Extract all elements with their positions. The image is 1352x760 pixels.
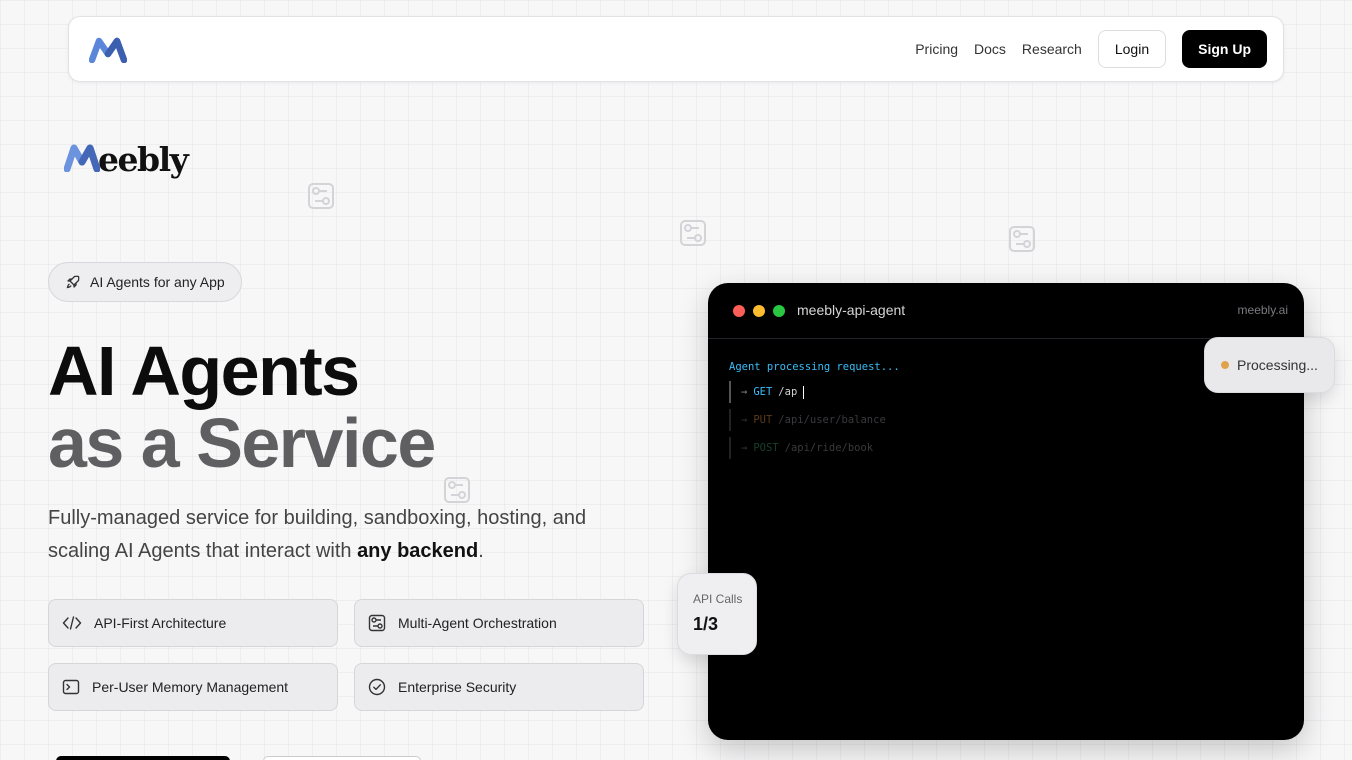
feature-label: API-First Architecture	[94, 615, 227, 631]
nav-link-docs[interactable]: Docs	[974, 41, 1006, 57]
puzzle-icon	[444, 477, 470, 503]
terminal-icon	[62, 679, 80, 695]
feature-label: Enterprise Security	[398, 679, 517, 695]
request-path: /ap	[778, 386, 798, 398]
feature-label: Per-User Memory Management	[92, 679, 289, 695]
code-icon	[62, 616, 82, 630]
maximize-dot	[773, 305, 785, 317]
check-circle-icon	[368, 678, 386, 696]
terminal-domain: meebly.ai	[1237, 303, 1288, 317]
request-line-post: → POST /api/ride/book	[729, 437, 873, 459]
request-path: /api/ride/book	[784, 442, 874, 454]
terminal-header: meebly-api-agent meebly.ai	[708, 283, 1304, 339]
puzzle-icon	[308, 183, 334, 209]
hero-description: Fully-managed service for building, sand…	[48, 507, 587, 562]
puzzle-icon	[1009, 226, 1035, 252]
hero-title-line1: AI Agents	[48, 332, 360, 410]
request-method: POST	[753, 442, 779, 454]
signup-button[interactable]: Sign Up	[1182, 30, 1267, 68]
terminal-title: meebly-api-agent	[797, 302, 906, 318]
feature-memory: Per-User Memory Management	[48, 663, 338, 711]
request-method: PUT	[753, 414, 773, 426]
feature-label: Multi-Agent Orchestration	[398, 615, 557, 631]
terminal-body: Agent processing request... → GET /ap → …	[729, 361, 900, 459]
request-path: /api/user/balance	[778, 414, 886, 426]
hero-badge: AI Agents for any App	[48, 262, 242, 302]
close-dot	[733, 305, 745, 317]
api-calls-value: 1/3	[693, 614, 719, 634]
puzzle-icon	[368, 614, 386, 632]
brand-wordmark: eebly	[64, 134, 189, 179]
puzzle-icon	[680, 220, 706, 246]
top-nav: Pricing Docs Research Login Sign Up	[68, 16, 1284, 82]
secondary-cta-button[interactable]	[263, 756, 421, 760]
request-line-get: → GET /ap	[729, 381, 805, 403]
processing-label: Processing...	[1237, 357, 1318, 373]
nav-link-research[interactable]: Research	[1022, 41, 1082, 57]
badge-label: AI Agents for any App	[90, 274, 225, 290]
rocket-icon	[66, 275, 80, 289]
minimize-dot	[753, 305, 765, 317]
processing-card: Processing...	[1204, 337, 1335, 393]
feature-security: Enterprise Security	[354, 663, 644, 711]
feature-multi-agent: Multi-Agent Orchestration	[354, 599, 644, 647]
meebly-logo-icon[interactable]	[89, 37, 127, 63]
brand-name: eebly	[98, 140, 189, 179]
feature-api-first: API-First Architecture	[48, 599, 338, 647]
nav-links: Pricing Docs Research Login Sign Up	[899, 30, 1267, 68]
request-method: GET	[753, 386, 773, 398]
brand-m-mark	[64, 144, 100, 172]
api-calls-label: API Calls	[693, 592, 743, 606]
request-line-put: → PUT /api/user/balance	[729, 409, 886, 431]
api-calls-card: API Calls 1/3	[677, 573, 757, 655]
login-button[interactable]: Login	[1097, 30, 1167, 68]
status-dot	[1221, 361, 1229, 369]
desc-emphasis: any backend	[357, 540, 479, 562]
primary-cta-button[interactable]	[56, 756, 230, 760]
text-cursor	[803, 385, 805, 399]
terminal-status: Agent processing request...	[729, 361, 900, 373]
hero-title-line2: as a Service	[48, 404, 436, 482]
nav-link-pricing[interactable]: Pricing	[915, 41, 958, 57]
